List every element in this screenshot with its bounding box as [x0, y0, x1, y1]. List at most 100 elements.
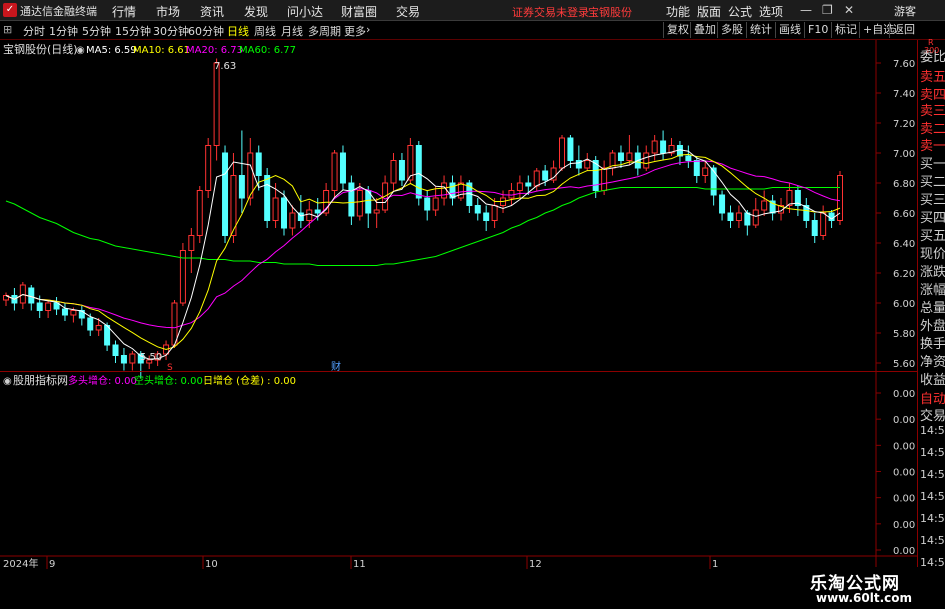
tick-time: 14:56 — [920, 490, 945, 503]
candle-down — [314, 209, 321, 214]
candle-up — [188, 235, 195, 251]
menu-jiaoyi[interactable]: 交易 — [396, 3, 420, 20]
buy1-label: 买一 — [920, 157, 945, 172]
tool-diejia[interactable]: 叠加 — [690, 22, 716, 38]
period-more[interactable]: 更多 — [344, 23, 366, 39]
period-1min[interactable]: 1分钟 — [49, 23, 78, 39]
candle-down — [542, 170, 549, 181]
tool-f10[interactable]: F10 — [804, 22, 828, 38]
period-daily[interactable]: 日线 — [227, 23, 249, 39]
candle-up — [626, 152, 633, 161]
candle-up — [559, 137, 565, 169]
menu-faxian[interactable]: 发现 — [244, 3, 268, 20]
user-label[interactable]: 游客 — [894, 3, 916, 19]
menu-gongneng[interactable]: 功能 — [666, 3, 690, 20]
candle-down — [415, 145, 422, 199]
tool-biaoji[interactable]: 标记 — [831, 22, 857, 38]
sub-legend-toggle-icon[interactable]: ◉ — [3, 376, 12, 387]
grid-icon[interactable]: ⊞ — [3, 23, 12, 36]
low-price-label: 5.50 — [140, 352, 162, 363]
menu-banmian[interactable]: 版面 — [697, 3, 721, 20]
candle-up — [820, 212, 827, 236]
buy4-label: 买四 — [920, 211, 945, 226]
minimize-icon[interactable]: — — [800, 3, 812, 17]
watermark-url: www.60lt.com — [816, 591, 913, 605]
period-fenshi[interactable]: 分时 — [23, 23, 45, 39]
candle-down — [281, 197, 287, 229]
menu-bar: ✓ 通达信金融终端 行情 市场 资讯 发现 问小达 财富圈 交易 证券交易未登录… — [0, 0, 945, 21]
period-5min[interactable]: 5分钟 — [82, 23, 111, 39]
candle-down — [238, 175, 245, 199]
sell5-label: 卖五 — [920, 70, 945, 85]
candle-up — [247, 152, 254, 199]
period-weekly[interactable]: 周线 — [254, 23, 276, 39]
candle-up — [441, 182, 448, 199]
y-tick-label: 5.80 — [893, 329, 915, 340]
period-multi[interactable]: 多周期 — [308, 23, 341, 39]
candle-up — [205, 145, 212, 191]
candle-up — [491, 205, 498, 221]
restore-icon[interactable]: ❐ — [822, 3, 833, 17]
sub-tick-label: 0.00 — [893, 441, 915, 452]
menu-caifuquan[interactable]: 财富圈 — [341, 3, 377, 20]
login-notice[interactable]: 证券交易未登录 — [512, 4, 589, 20]
buy3-label: 买三 — [920, 193, 945, 208]
chevron-right-icon[interactable]: › — [366, 23, 370, 36]
menu-gongshi[interactable]: 公式 — [728, 3, 752, 20]
menu-hangqing[interactable]: 行情 — [112, 3, 136, 20]
candle-up — [584, 160, 591, 169]
change-label: 涨跌 — [920, 265, 945, 280]
candle-down — [222, 152, 229, 236]
y-tick-label: 6.00 — [893, 299, 915, 310]
candle-up — [702, 167, 709, 176]
day-add-label: 日增仓 (仓差) : 0.00 — [203, 374, 296, 387]
y-tick-label: 6.60 — [893, 209, 915, 220]
tick-time: 14:56 — [920, 512, 945, 525]
candle-down — [339, 152, 346, 184]
price-axis: 7.60 7.40 7.20 7.00 6.80 6.60 6.40 6.20 6.00 5.80… — [893, 59, 915, 370]
quote-side-panel: R 300 委比 卖五 卖四 卖三 卖二 卖一 买一 买二 买三 买四 买五 现… — [917, 38, 945, 570]
ma20-label: MA20: 6.73 — [186, 45, 243, 56]
outer-label: 外盘 — [920, 319, 945, 334]
candle-down — [719, 194, 726, 214]
period-30min[interactable]: 30分钟 — [153, 23, 189, 39]
high-price-label: 7.63 — [214, 61, 236, 72]
current-stock-notice[interactable]: 宝钢股份 — [588, 4, 632, 20]
candle-down — [61, 308, 68, 316]
tool-fuquan[interactable]: 复权 — [663, 22, 689, 38]
candle-down — [28, 287, 35, 304]
ma60-label: MA60: 6.77 — [239, 45, 296, 56]
candle-down — [87, 317, 94, 331]
candle-up — [761, 200, 768, 211]
sub-tick-label: 0.00 — [893, 389, 915, 400]
period-60min[interactable]: 60分钟 — [188, 23, 224, 39]
candle-down — [483, 212, 490, 221]
candle-up — [356, 190, 363, 217]
main-chart-legend: 宝钢股份(日线) ◉ MA5: 6.59 MA10: 6.61 MA20: 6.… — [3, 42, 296, 56]
legend-toggle-icon[interactable]: ◉ — [76, 45, 85, 56]
menu-xuanxiang[interactable]: 选项 — [759, 3, 783, 20]
menu-wenxiaoda[interactable]: 问小达 — [287, 3, 323, 20]
menu-shichang[interactable]: 市场 — [156, 3, 180, 20]
kline-chart[interactable]: 宝钢股份(日线) ◉ MA5: 6.59 MA10: 6.61 MA20: 6.… — [0, 40, 945, 609]
period-monthly[interactable]: 月线 — [281, 23, 303, 39]
tick-time: 14:56 — [920, 534, 945, 547]
candle-up — [373, 209, 380, 214]
tool-duogu[interactable]: 多股 — [717, 22, 743, 38]
close-icon[interactable]: ✕ — [844, 3, 854, 17]
sub-tick-label: 0.00 — [893, 494, 915, 505]
long-add-label: 多头增仓: 0.00 — [68, 374, 137, 387]
buy5-label: 买五 — [920, 229, 945, 244]
candle-down — [120, 355, 127, 364]
trade-label[interactable]: 交易 — [920, 405, 945, 424]
tick-time: 14:56 — [920, 446, 945, 459]
period-15min[interactable]: 15分钟 — [115, 23, 151, 39]
sub-tick-label: 0.00 — [893, 546, 915, 557]
candle-up — [735, 212, 742, 221]
menu-zixun[interactable]: 资讯 — [200, 3, 224, 20]
tool-tongji[interactable]: 统计 — [746, 22, 772, 38]
tick-time: 14:56 — [920, 468, 945, 481]
tool-huaxian[interactable]: 画线 — [775, 22, 801, 38]
tool-fanhui[interactable]: 返回 — [889, 22, 915, 38]
period-bar: ⊞ 分时 1分钟 5分钟 15分钟 30分钟 60分钟 日线 周线 月线 多周期… — [0, 21, 945, 40]
